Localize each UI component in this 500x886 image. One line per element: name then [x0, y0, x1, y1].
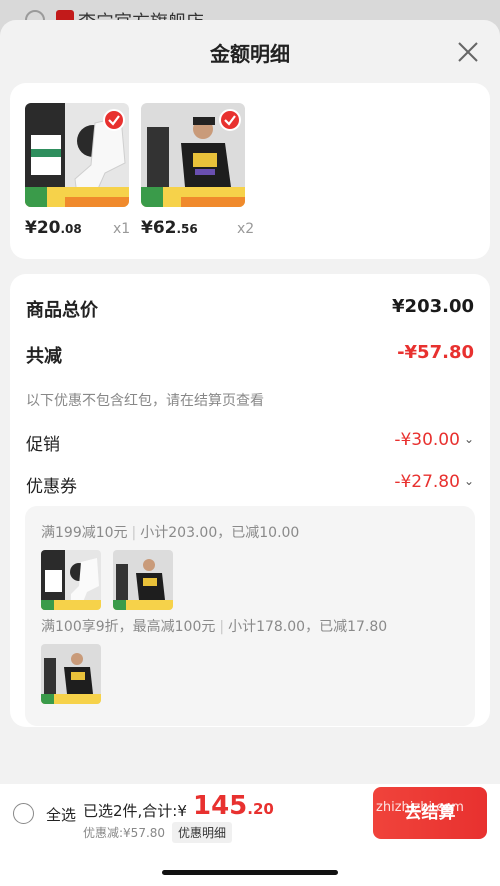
promotion-line: 满100享9折，最高减100元 | 小计178.00，已减17.80	[41, 619, 388, 635]
promo-label: 促销	[26, 435, 60, 455]
product-price: ¥62.56	[141, 218, 198, 238]
total-reduce-label: 共减	[26, 346, 62, 367]
promotion-detail-box: 满199减10元 | 小计203.00，已减10.00 满100享9折，最高减1…	[25, 506, 475, 726]
select-all-radio[interactable]	[13, 803, 34, 824]
goods-total-value: ¥203.00	[392, 296, 474, 317]
coupon-label: 优惠券	[26, 477, 77, 497]
promotion-line: 满199减10元 | 小计203.00，已减10.00	[41, 525, 300, 541]
selected-info: 已选2件,合计:¥	[83, 802, 187, 820]
close-icon[interactable]	[456, 40, 480, 64]
discount-amount: 优惠减:¥57.80	[83, 826, 166, 840]
product-qty: x1	[113, 221, 131, 237]
product-item[interactable]: ¥62.56 x2	[141, 103, 254, 238]
chevron-down-icon: ⌄	[463, 474, 474, 488]
promotion-thumb-socks	[41, 550, 101, 610]
order-total: 145.20	[193, 791, 274, 821]
coupon-row[interactable]: -¥27.80 ⌄	[394, 472, 474, 492]
total-reduce-value: -¥57.80	[397, 342, 474, 363]
home-indicator	[162, 870, 338, 875]
selected-check-icon	[219, 109, 241, 131]
watermark: zhizhizhi.com	[376, 800, 464, 815]
product-price: ¥20.08	[25, 218, 82, 238]
sheet-title: 金额明细	[210, 42, 290, 66]
chevron-down-icon: ⌄	[463, 432, 474, 446]
products-card: ¥20.08 x1 ¥62.56 x2	[10, 83, 490, 259]
select-all-label[interactable]: 全选	[46, 804, 76, 825]
selected-check-icon	[103, 109, 125, 131]
product-item[interactable]: ¥20.08 x1	[25, 103, 130, 238]
product-image-socks	[25, 103, 129, 207]
discount-note: 以下优惠不包含红包，请在结算页查看	[26, 393, 264, 409]
promotion-thumb-tshirt	[41, 644, 101, 704]
promo-row[interactable]: -¥30.00 ⌄	[394, 430, 474, 450]
discount-detail-button[interactable]: 优惠明细	[172, 822, 233, 843]
amount-detail-sheet: 金额明细 ¥20.08 x1 ¥62.56 x2 商品总价 ¥203.00 共减…	[0, 20, 500, 784]
goods-total-label: 商品总价	[26, 300, 98, 321]
promo-value: -¥30.00	[394, 430, 460, 450]
product-image-tshirt	[141, 103, 245, 207]
promotion-thumb-tshirt	[113, 550, 173, 610]
coupon-value: -¥27.80	[394, 472, 460, 492]
product-qty: x2	[237, 221, 255, 237]
summary-card: 商品总价 ¥203.00 共减 -¥57.80 以下优惠不包含红包，请在结算页查…	[10, 274, 490, 727]
